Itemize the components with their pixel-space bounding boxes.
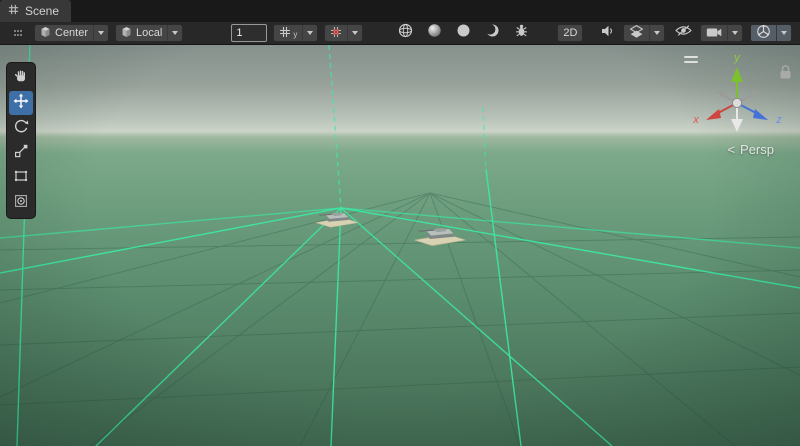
camera-dropdown-caret[interactable] [727,25,742,41]
effects-dropdown-caret[interactable] [649,25,664,41]
moon-icon [485,23,500,43]
pivot-mode-button[interactable]: Center [34,24,109,42]
wireframe-sphere-icon [398,23,413,43]
tab-bar: Scene [0,0,800,22]
visibility-toggle-button[interactable] [673,24,693,42]
gizmo-z-label: z [775,114,782,126]
tab-scene-label: Scene [25,4,59,18]
camera-icon [706,26,722,41]
rotate-tool-button[interactable] [9,116,33,140]
grid-snap-icon [279,26,291,41]
snap-increment-field[interactable] [231,24,267,42]
wireframe-toggle-button[interactable] [395,24,415,42]
gizmo-x-axis[interactable]: x [692,103,737,126]
increment-snap-icon [330,26,342,41]
shaded-toggle-button[interactable] [424,24,444,42]
audio-icon [600,24,615,43]
projection-toggle[interactable]: < Persp [727,142,774,157]
toolbar-grip-icon[interactable] [8,24,28,42]
lock-icon[interactable] [781,66,791,79]
gizmo-z-axis[interactable]: z [737,103,782,126]
tool-palette [6,62,36,219]
scene-toolbar: Center Local [0,22,800,45]
scale-icon [13,143,29,164]
gizmo-x-label: x [692,114,699,126]
flat-circle-icon [456,23,471,43]
gizmo-y-axis[interactable]: y [731,52,743,103]
transform-tool-button[interactable] [9,191,33,215]
orientation-mode-button[interactable]: Local [115,24,183,42]
mode-2d-button[interactable]: 2D [557,24,583,42]
increment-snap-button[interactable] [324,24,363,42]
gizmo-y-label: y [733,52,741,64]
pivot-dropdown-caret[interactable] [93,25,108,41]
transform-icon [13,193,29,214]
audio-toggle-button[interactable] [597,24,617,42]
gizmos-button[interactable] [750,24,792,42]
camera-button[interactable] [700,24,743,42]
moon-toggle-button[interactable] [482,24,502,42]
move-tool-button[interactable] [9,91,33,115]
grid-tab-icon [8,4,19,18]
scene-gizmo-icon [756,24,771,42]
tab-scene[interactable]: Scene [0,0,71,22]
persp-label: Persp [740,142,774,157]
bug-icon [514,23,529,43]
orientation-dropdown-caret[interactable] [167,25,182,41]
pivot-mode-label: Center [55,27,88,39]
increment-snap-dropdown-caret[interactable] [347,25,362,41]
flat-circle-toggle-button[interactable] [453,24,473,42]
effects-button[interactable] [623,24,665,42]
eye-icon [675,24,692,42]
persp-chevron-icon: < [727,142,735,157]
move-icon [13,93,29,114]
tank-object[interactable] [312,205,362,231]
scale-tool-button[interactable] [9,141,33,165]
hand-tool-button[interactable] [9,66,33,90]
tank-object[interactable] [410,219,470,250]
grid-snap-dropdown-caret[interactable] [302,25,317,41]
rect-icon [13,168,29,189]
shaded-sphere-icon [427,23,442,43]
orientation-mode-label: Local [136,27,162,39]
hand-icon [13,68,29,89]
rect-tool-button[interactable] [9,166,33,190]
rotate-icon [13,118,29,139]
gizmos-dropdown-caret[interactable] [776,25,791,41]
bug-toggle-button[interactable] [511,24,531,42]
gizmo-center-handle[interactable] [732,98,741,107]
pivot-cube-icon [40,26,51,41]
grid-snap-button[interactable]: y [273,24,318,42]
local-cube-icon [121,26,132,41]
scene-view-window: Scene Center [0,0,800,446]
effects-icon [629,24,644,42]
grid-axis-label: y [293,30,297,41]
scene-viewport[interactable]: y x z < Persp [0,45,800,446]
mode-2d-label: 2D [563,27,577,39]
